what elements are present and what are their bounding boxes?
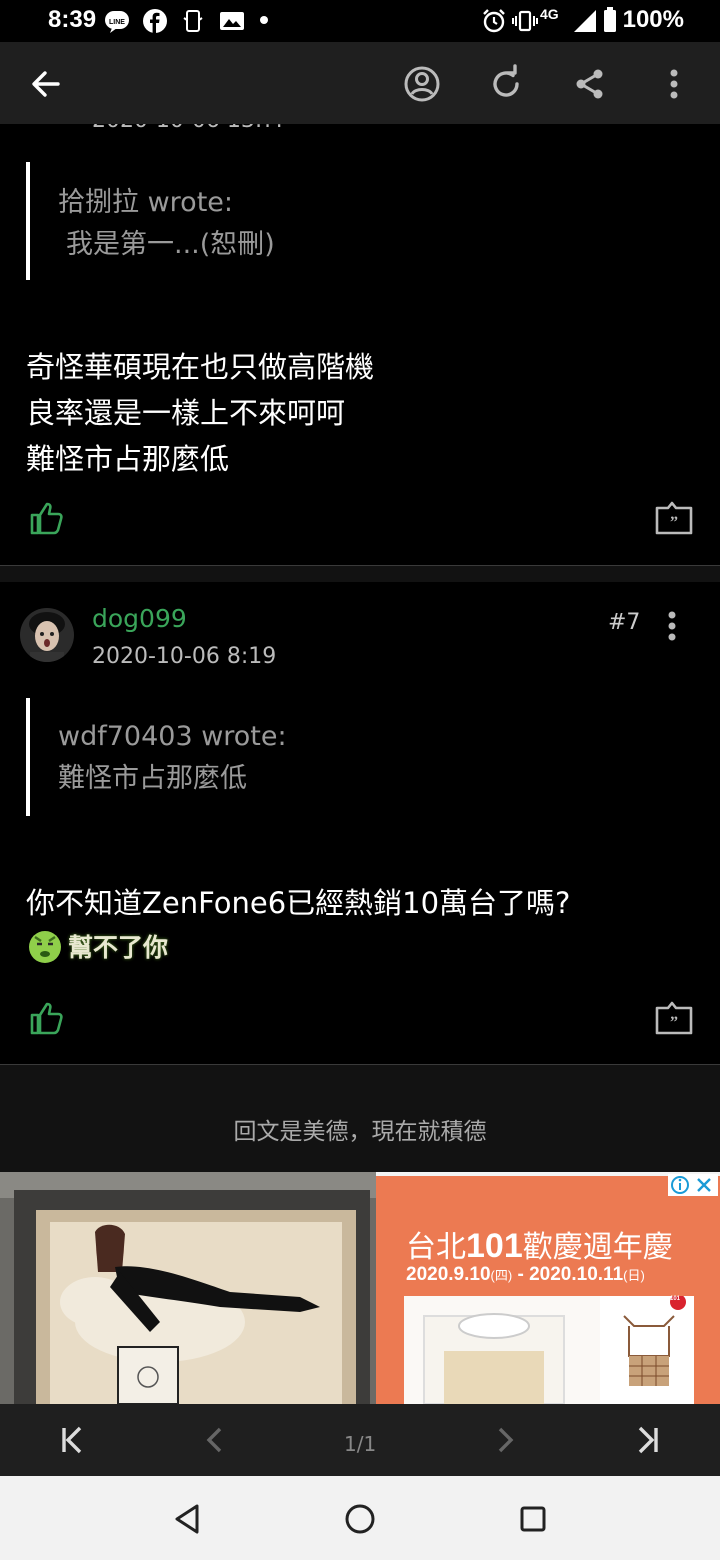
- post-6-body-line-3: 難怪市占那麼低: [26, 442, 230, 476]
- ad-image: [0, 1172, 376, 1404]
- ad-banner[interactable]: 台北101歡慶週年慶 2020.9.10(四) - 2020.10.11(日) …: [0, 1172, 720, 1404]
- line-app-icon: LINE: [105, 11, 129, 33]
- post-date: 2020-10-06 8:19: [92, 644, 277, 669]
- gallery-icon: [220, 12, 244, 30]
- post-7-body: 你不知道ZenFone6已經熱銷10萬台了嗎?: [26, 886, 571, 920]
- network-type-label: 4G: [540, 6, 559, 22]
- avatar[interactable]: [20, 608, 74, 662]
- ad-badge-label: 101: [670, 1296, 681, 1302]
- post-6-body-line-2: 良率還是一樣上不來呵呵: [26, 396, 346, 430]
- sticker-text: 幫不了你: [68, 933, 169, 962]
- phone-notify-icon: [183, 10, 203, 32]
- post-7-quote-text: 難怪市占那麼低: [58, 763, 247, 794]
- nav-recents-icon[interactable]: [516, 1502, 550, 1536]
- post-6-quote-text: 我是第一...(恕刪): [66, 229, 275, 260]
- svg-text:”: ”: [670, 1014, 678, 1031]
- ad-title-suffix: 歡慶週年慶: [522, 1230, 673, 1265]
- ad-title-prefix: 台北: [406, 1230, 466, 1265]
- svg-text:LINE: LINE: [109, 19, 125, 26]
- ad-dates: 2020.9.10(四) - 2020.10.11(日): [406, 1264, 645, 1286]
- more-vertical-icon[interactable]: [654, 64, 694, 104]
- arrow-left-icon[interactable]: [26, 64, 66, 104]
- status-bar: 8:39 LINE 4G 100%: [0, 0, 720, 42]
- ad-date-separator: -: [512, 1264, 530, 1285]
- post-6-body-line-1: 奇怪華碩現在也只做高階機: [26, 350, 375, 384]
- thumbs-up-icon[interactable]: [28, 1000, 64, 1036]
- next-page-icon[interactable]: [488, 1424, 520, 1456]
- refresh-icon[interactable]: [486, 64, 526, 104]
- nav-home-icon[interactable]: [343, 1502, 377, 1536]
- quote-bar: [26, 698, 30, 816]
- reply-encouragement-text[interactable]: 回文是美德，現在就積德: [0, 1112, 720, 1146]
- quote-bar: [26, 162, 30, 280]
- last-page-icon[interactable]: [632, 1424, 664, 1456]
- share-icon[interactable]: [570, 64, 610, 104]
- alarm-icon: [483, 9, 505, 33]
- ad-photo-illustration: [0, 1172, 376, 1404]
- system-nav-bar: [0, 1476, 720, 1560]
- battery-icon: [604, 7, 616, 32]
- facebook-icon: [143, 9, 167, 34]
- post-7: dog099 2020-10-06 8:19 #7 wdf70403 wrote…: [0, 582, 720, 1064]
- page-indicator[interactable]: 1/1: [344, 1432, 376, 1456]
- ad-date-end-day: (日): [623, 1268, 645, 1283]
- ad-title: 台北101歡慶週年慶: [406, 1222, 673, 1266]
- divider-line: [0, 565, 720, 566]
- sick-face-emoji-icon: [29, 931, 61, 963]
- post-6: 2020-10-06 13:?? 拾捌拉 wrote: 我是第一...(恕刪) …: [0, 124, 720, 566]
- ad-date-start-day: (四): [490, 1268, 513, 1283]
- ad-title-number: 101: [466, 1227, 523, 1265]
- ad-choices-icon[interactable]: [668, 1174, 718, 1196]
- pagination-bar: 1/1: [0, 1404, 720, 1476]
- thumbs-up-icon[interactable]: [28, 500, 64, 536]
- ad-date-start: 2020.9.10: [406, 1264, 491, 1285]
- post-divider: [0, 566, 720, 582]
- sticker: 幫不了你: [26, 926, 168, 966]
- username[interactable]: dog099: [92, 604, 187, 633]
- first-page-icon[interactable]: [56, 1424, 88, 1456]
- post-6-date: 2020-10-06 13:??: [92, 124, 286, 133]
- signal-icon: [574, 10, 596, 32]
- floor-number: #7: [608, 610, 641, 635]
- more-notifications-dot-icon: [260, 16, 268, 24]
- post-7-quote-author: wdf70403 wrote:: [58, 721, 287, 752]
- post-more-icon[interactable]: [660, 608, 684, 644]
- vibrate-icon: [512, 10, 538, 32]
- ad-product-illustration: [423, 1294, 694, 1404]
- ad-promo: 台北101歡慶週年慶 2020.9.10(四) - 2020.10.11(日) …: [376, 1172, 720, 1404]
- account-circle-icon[interactable]: [402, 64, 442, 104]
- ad-date-end: 2020.10.11: [529, 1264, 624, 1285]
- ad-product-panel: 101: [404, 1294, 694, 1404]
- post-6-quote-author: 拾捌拉 wrote:: [58, 187, 233, 218]
- svg-text:”: ”: [670, 514, 678, 531]
- quote-reply-icon[interactable]: ”: [654, 500, 694, 536]
- quote-reply-icon[interactable]: ”: [654, 1000, 694, 1036]
- prev-page-icon[interactable]: [200, 1424, 232, 1456]
- nav-back-icon[interactable]: [170, 1502, 204, 1536]
- status-time: 8:39: [48, 6, 97, 33]
- top-toolbar: [0, 42, 720, 124]
- battery-percentage: 100%: [622, 6, 684, 33]
